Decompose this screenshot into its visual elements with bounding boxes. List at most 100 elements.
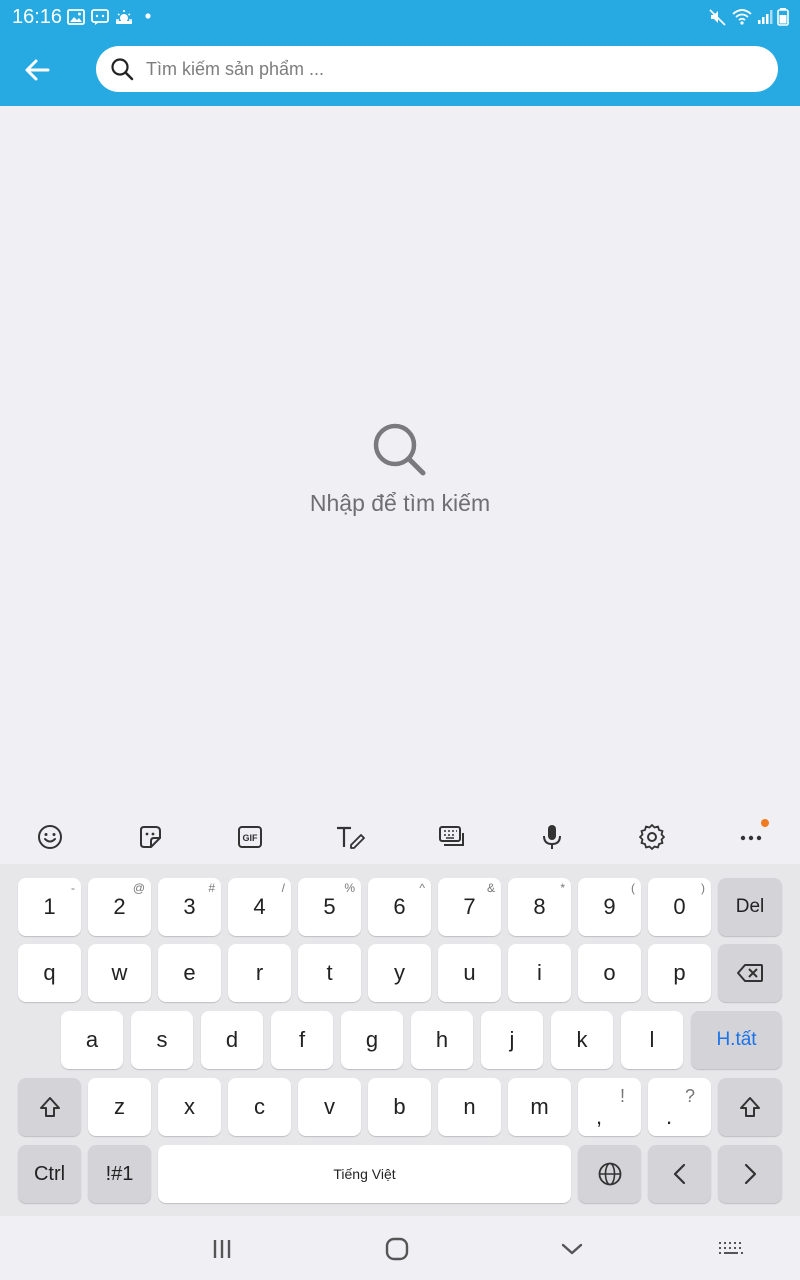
handwriting-button[interactable] [335, 822, 365, 852]
key-a[interactable]: a [61, 1011, 123, 1069]
key-label: 9 [603, 894, 616, 919]
key-8[interactable]: 8 * [508, 878, 571, 936]
key-v[interactable]: v [298, 1078, 361, 1136]
key-2[interactable]: 2 @ [88, 878, 151, 936]
key-g[interactable]: g [341, 1011, 403, 1069]
empty-state: Nhập để tìm kiếm [0, 420, 800, 517]
key-0[interactable]: 0) [648, 878, 711, 936]
shift-key-left[interactable] [18, 1078, 81, 1136]
key-b[interactable]: b [368, 1078, 431, 1136]
back-button[interactable] [17, 50, 57, 90]
key-label: r [255, 960, 264, 985]
shift-icon [39, 1097, 60, 1117]
key-d[interactable]: d [201, 1011, 263, 1069]
key-label: a [85, 1027, 99, 1052]
key-label: g [365, 1027, 379, 1052]
search-input[interactable] [146, 54, 756, 84]
delete-key[interactable]: Del [718, 878, 782, 936]
keyboard-settings-button[interactable] [637, 822, 667, 852]
key-comma[interactable]: ,! [578, 1078, 641, 1136]
keyboard-mode-button[interactable] [437, 822, 467, 852]
key-alt-label: ! [619, 1086, 625, 1106]
search-box[interactable] [96, 46, 778, 92]
key-7[interactable]: 7 & [438, 878, 501, 936]
key-alt-label: ( [631, 881, 635, 895]
shift-key-right[interactable] [718, 1078, 782, 1136]
key-w[interactable]: w [88, 944, 151, 1002]
key-1[interactable]: 1- [18, 878, 81, 936]
key-p[interactable]: p [648, 944, 711, 1002]
key-e[interactable]: e [158, 944, 221, 1002]
ctrl-key[interactable]: Ctrl [18, 1145, 81, 1203]
keyboard: 1- 2 @ 3 # 4/ 5% 6 ^ 7 & 8 * 9( 0) Del q w e … [0, 864, 800, 1216]
key-j[interactable]: j [481, 1011, 543, 1069]
voice-input-button[interactable] [537, 822, 567, 852]
key-h[interactable]: h [411, 1011, 473, 1069]
key-label: Ctrl [33, 1162, 66, 1185]
key-period[interactable]: .? [648, 1078, 711, 1136]
done-key[interactable]: H.tất [691, 1011, 782, 1069]
hide-keyboard-button[interactable] [557, 1234, 587, 1264]
sticker-button[interactable] [135, 822, 165, 852]
key-label: 3 [183, 894, 196, 919]
key-i[interactable]: i [508, 944, 571, 1002]
key-k[interactable]: k [551, 1011, 613, 1069]
key-c[interactable]: c [228, 1078, 291, 1136]
key-label: q [43, 960, 56, 985]
cursor-left-key[interactable] [648, 1145, 711, 1203]
language-key[interactable] [578, 1145, 641, 1203]
key-u[interactable]: u [438, 944, 501, 1002]
key-alt-label: # [208, 881, 215, 895]
key-f[interactable]: f [271, 1011, 333, 1069]
status-bar: 16:16 [0, 0, 800, 34]
key-alt-label: % [344, 881, 355, 895]
symbols-key[interactable]: !#1 [88, 1145, 151, 1203]
key-3[interactable]: 3 # [158, 878, 221, 936]
key-label: 6 [393, 894, 406, 919]
key-9[interactable]: 9( [578, 878, 641, 936]
key-l[interactable]: l [621, 1011, 683, 1069]
emoji-button[interactable] [35, 822, 65, 852]
key-n[interactable]: n [438, 1078, 501, 1136]
backspace-key[interactable] [718, 944, 782, 1002]
key-s[interactable]: s [131, 1011, 193, 1069]
signal-icon [758, 10, 773, 24]
gif-button[interactable]: GIF [235, 822, 265, 852]
key-label: Tiếng Việt [333, 1166, 396, 1182]
mic-icon [543, 825, 561, 849]
key-o[interactable]: o [578, 944, 641, 1002]
key-m[interactable]: m [508, 1078, 571, 1136]
key-label: z [114, 1094, 125, 1119]
mute-icon [709, 9, 726, 26]
backspace-icon [737, 964, 763, 982]
key-label: b [393, 1094, 406, 1119]
status-time: 16:16 [12, 6, 63, 28]
dot-icon [145, 13, 151, 19]
cursor-right-key[interactable] [718, 1145, 782, 1203]
key-label: 4 [253, 894, 266, 919]
key-z[interactable]: z [88, 1078, 151, 1136]
keyboard-switch-icon [719, 1242, 743, 1254]
keyboard-switch-button[interactable] [716, 1234, 746, 1264]
key-label: w [111, 960, 128, 985]
key-x[interactable]: x [158, 1078, 221, 1136]
key-r[interactable]: r [228, 944, 291, 1002]
key-y[interactable]: y [368, 944, 431, 1002]
key-label: p [673, 960, 686, 985]
key-q[interactable]: q [18, 944, 81, 1002]
home-button[interactable] [382, 1234, 412, 1264]
search-icon [373, 423, 426, 476]
key-label: 1 [43, 894, 56, 919]
key-alt-label: - [71, 881, 75, 895]
navigation-bar [0, 1216, 800, 1280]
key-5[interactable]: 5% [298, 878, 361, 936]
key-label: 7 [463, 894, 476, 919]
key-t[interactable]: t [298, 944, 361, 1002]
key-alt-label: ) [701, 881, 705, 895]
recents-button[interactable] [207, 1234, 237, 1264]
key-4[interactable]: 4/ [228, 878, 291, 936]
key-6[interactable]: 6 ^ [368, 878, 431, 936]
settings-icon [639, 824, 665, 850]
space-key[interactable]: Tiếng Việt [158, 1145, 571, 1203]
more-button[interactable] [736, 819, 769, 852]
